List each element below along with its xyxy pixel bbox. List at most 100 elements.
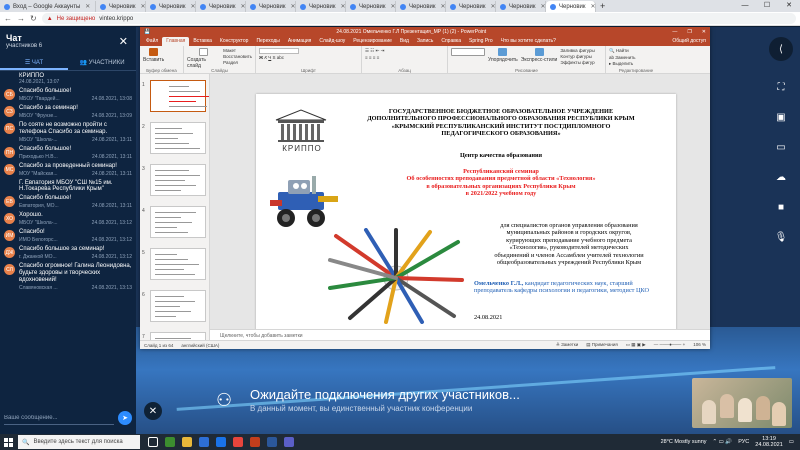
- browser-tab[interactable]: Черновик ✕: [296, 1, 346, 12]
- browser-tab[interactable]: Черновик ✕: [346, 1, 396, 12]
- microphone-icon[interactable]: 🎙: [771, 227, 791, 247]
- tab-close-icon[interactable]: ✕: [85, 3, 90, 10]
- slide-thumbnail[interactable]: [150, 164, 206, 196]
- ribbon-tab[interactable]: Запись: [413, 37, 437, 46]
- back-icon[interactable]: ←: [4, 14, 12, 23]
- browser-tab[interactable]: Черновик ✕: [496, 1, 546, 12]
- clock[interactable]: 13:19 24.08.2021: [755, 436, 783, 448]
- tab-close-icon[interactable]: ✕: [491, 3, 496, 10]
- ppt-close-icon[interactable]: ✕: [702, 29, 706, 35]
- ribbon-tab[interactable]: Spring Pro: [465, 37, 497, 46]
- tab-close-icon[interactable]: ✕: [341, 3, 346, 10]
- tab-close-icon[interactable]: ✕: [591, 3, 596, 10]
- browser-tab[interactable]: Черновик ✕: [196, 1, 246, 12]
- reset-button[interactable]: Восстановить: [223, 54, 252, 59]
- share-button[interactable]: Общий доступ: [668, 37, 710, 46]
- powerpoint-icon[interactable]: [250, 437, 260, 447]
- browser-tab[interactable]: Черновик ✕: [146, 1, 196, 12]
- tab-close-icon[interactable]: ✕: [191, 3, 196, 10]
- taskbar-search[interactable]: 🔍 Введите здесь текст для поиска: [18, 435, 140, 449]
- close-window-icon[interactable]: ✕: [778, 0, 800, 12]
- slide-thumbnail[interactable]: [150, 80, 209, 112]
- slide-thumbnail[interactable]: [150, 122, 206, 154]
- send-button[interactable]: ➤: [118, 411, 132, 425]
- shape-fill-button[interactable]: Заливка фигуры: [560, 48, 594, 53]
- ribbon-tab[interactable]: Вид: [396, 37, 413, 46]
- weather-info[interactable]: 28°C Mostly sunny: [661, 439, 707, 445]
- minimize-icon[interactable]: —: [734, 0, 756, 12]
- ribbon-tab[interactable]: Слайд-шоу: [315, 37, 349, 46]
- tab-close-icon[interactable]: ✕: [291, 3, 296, 10]
- view-buttons[interactable]: ▭ ▦ ▣ ▶: [626, 342, 646, 348]
- ribbon-tab[interactable]: Анимация: [284, 37, 315, 46]
- tab-close-icon[interactable]: ✕: [241, 3, 246, 10]
- url-field[interactable]: ▲ Не защищено vinteo.krippo: [41, 13, 796, 24]
- language-indicator[interactable]: английский (США): [181, 343, 219, 348]
- file-explorer-icon[interactable]: [182, 437, 192, 447]
- zoom-slider[interactable]: — ───●─── +: [654, 342, 685, 348]
- share-icon[interactable]: ⟨: [769, 37, 793, 61]
- task-view-icon[interactable]: [148, 437, 158, 447]
- zoom-level[interactable]: 106 %: [693, 342, 706, 348]
- browser-icon[interactable]: [216, 437, 226, 447]
- keyboard-language[interactable]: РУС: [738, 439, 749, 445]
- layout-icon[interactable]: ▣: [771, 107, 791, 127]
- fullscreen-icon[interactable]: ⛶: [771, 77, 791, 97]
- new-tab-icon[interactable]: +: [596, 0, 609, 12]
- slide-canvas[interactable]: КРИППО ГОСУДАРСТВЕННОЕ БЮДЖЕТНОЕ ОБРАЗОВ…: [256, 94, 676, 330]
- browser-tab[interactable]: Черновик ✕: [96, 1, 146, 12]
- font-name-box[interactable]: [259, 48, 299, 54]
- ribbon-tab[interactable]: Справка: [437, 37, 465, 46]
- ribbon-tab[interactable]: Файл: [142, 37, 162, 46]
- shape-outline-button[interactable]: Контур фигуры: [560, 54, 594, 59]
- slide-thumbnail[interactable]: [150, 332, 206, 340]
- close-conference-icon[interactable]: ✕: [144, 402, 162, 420]
- ribbon-tab[interactable]: Конструктор: [216, 37, 253, 46]
- tab-participants[interactable]: 👥 УЧАСТНИКИ: [68, 57, 136, 70]
- ppt-restore-icon[interactable]: ❐: [687, 29, 691, 35]
- self-video-thumbnail[interactable]: [692, 378, 792, 428]
- comments-button[interactable]: ▤ Примечания: [586, 342, 618, 348]
- windows-start-icon[interactable]: [0, 434, 16, 450]
- browser-tab[interactable]: Черновик ✕: [546, 1, 596, 12]
- ribbon-tab[interactable]: Вставка: [189, 37, 216, 46]
- mail-icon[interactable]: [199, 437, 209, 447]
- section-button[interactable]: Раздел: [223, 60, 252, 65]
- tab-close-icon[interactable]: ✕: [441, 3, 446, 10]
- slide-thumbnail[interactable]: [150, 206, 206, 238]
- shape-effects-button[interactable]: Эффекты фигур: [560, 60, 594, 65]
- reload-icon[interactable]: ↻: [30, 14, 37, 23]
- notes-button[interactable]: ≙ Заметки: [556, 342, 578, 348]
- replace-button[interactable]: ab Заменить: [609, 55, 636, 60]
- tab-chat[interactable]: ☰ ЧАТ: [0, 57, 68, 70]
- video-camera-icon[interactable]: ■: [771, 197, 791, 217]
- font-style-buttons[interactable]: Ж К Ч S abc: [259, 55, 299, 60]
- slide-thumbnail[interactable]: [150, 248, 206, 280]
- tab-close-icon[interactable]: ✕: [541, 3, 546, 10]
- browser-tab[interactable]: Черновик ✕: [246, 1, 296, 12]
- tab-close-icon[interactable]: ✕: [141, 3, 146, 10]
- browser-tab[interactable]: Черновик ✕: [396, 1, 446, 12]
- slide-thumbnail[interactable]: [150, 290, 206, 322]
- ribbon-tab[interactable]: Переходы: [252, 37, 283, 46]
- chrome-icon[interactable]: [233, 437, 243, 447]
- layout-button[interactable]: Макет: [223, 48, 252, 53]
- ribbon-tab[interactable]: Рецензирование: [349, 37, 396, 46]
- browser-tab[interactable]: Черновик ✕: [446, 1, 496, 12]
- find-button[interactable]: 🔍 Найти: [609, 48, 636, 54]
- word-icon[interactable]: [267, 437, 277, 447]
- message-input[interactable]: [4, 411, 114, 425]
- ribbon-tab[interactable]: Главная: [162, 37, 190, 46]
- tab-close-icon[interactable]: ✕: [391, 3, 396, 10]
- notes-field[interactable]: Щелкните, чтобы добавить заметки: [210, 329, 710, 340]
- app-icon[interactable]: [284, 437, 294, 447]
- maximize-icon[interactable]: ☐: [756, 0, 778, 12]
- notifications-icon[interactable]: ▭: [789, 439, 794, 445]
- app-icon[interactable]: [165, 437, 175, 447]
- forward-icon[interactable]: →: [17, 14, 25, 23]
- close-icon[interactable]: ✕: [119, 35, 128, 48]
- browser-tab[interactable]: Вход – Google Аккаунты ✕: [0, 1, 96, 12]
- screen-share-icon[interactable]: ▭: [771, 137, 791, 157]
- list-buttons[interactable]: ☰ ☷ ⇤ ⇥: [365, 48, 384, 54]
- ribbon-tab[interactable]: Что вы хотите сделать?: [497, 37, 560, 46]
